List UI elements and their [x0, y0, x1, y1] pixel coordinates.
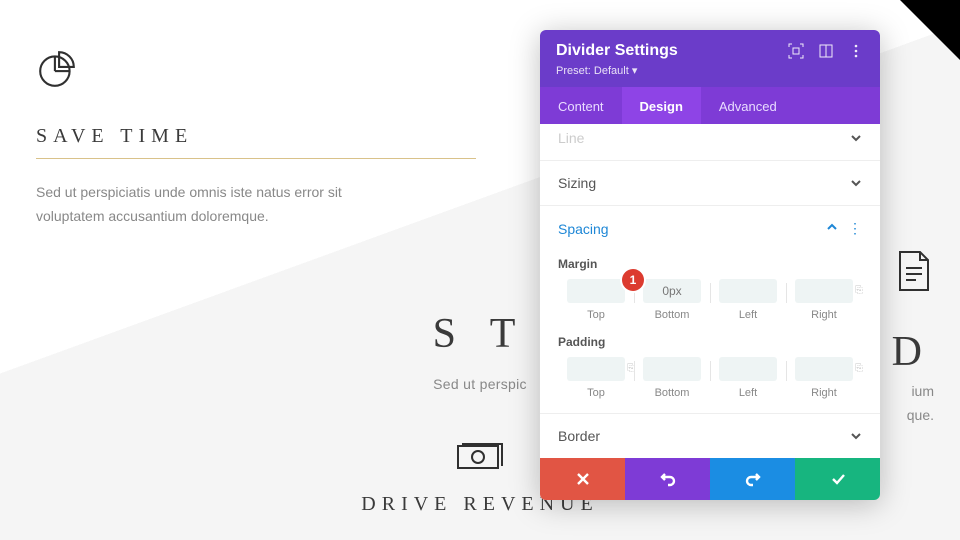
center-sub-right1: ium: [907, 380, 934, 404]
redo-button[interactable]: [710, 458, 795, 500]
page-corner-fold: [900, 0, 960, 60]
annotation-marker-1: 1: [622, 269, 644, 291]
margin-controls: Top 1 Bottom Left ⎘ Right: [558, 279, 862, 321]
panel-title: Divider Settings: [556, 42, 678, 60]
padding-bottom-label: Bottom: [634, 387, 710, 399]
padding-top-label: Top: [558, 387, 634, 399]
margin-left-label: Left: [710, 309, 786, 321]
section-spacing[interactable]: Spacing ⋮: [540, 205, 880, 251]
section-line[interactable]: Line: [540, 124, 880, 160]
feature-heading: SAVE TIME: [36, 125, 476, 148]
panel-tabs: Content Design Advanced: [540, 87, 880, 124]
focus-icon[interactable]: [788, 43, 804, 59]
padding-left-input[interactable]: [719, 357, 777, 381]
padding-right-input[interactable]: [795, 357, 853, 381]
link-values-icon[interactable]: ⎘: [855, 363, 860, 374]
center-heading-left: S T: [433, 311, 528, 357]
pie-chart-icon: [36, 48, 78, 90]
section-options-icon[interactable]: ⋮: [848, 220, 862, 236]
padding-controls: ⎘ Top Bottom Left ⎘ Right: [558, 357, 862, 399]
margin-bottom-input[interactable]: [643, 279, 701, 303]
padding-label: Padding: [558, 335, 862, 349]
margin-right-label: Right: [786, 309, 862, 321]
padding-left-label: Left: [710, 387, 786, 399]
panel-actions: [540, 458, 880, 500]
money-icon: [456, 442, 504, 472]
chevron-down-icon: [850, 177, 862, 189]
margin-left-input[interactable]: [719, 279, 777, 303]
columns-icon[interactable]: [818, 43, 834, 59]
margin-label: Margin: [558, 257, 862, 271]
margin-right-input[interactable]: [795, 279, 853, 303]
panel-header[interactable]: Divider Settings Preset: Default ▾: [540, 30, 880, 87]
chevron-down-icon: [850, 430, 862, 442]
spacing-body: Margin Top 1 Bottom Left ⎘: [540, 257, 880, 413]
document-icon: [894, 250, 934, 292]
more-icon[interactable]: [848, 43, 864, 59]
divider-settings-panel: Divider Settings Preset: Default ▾ Conte…: [540, 30, 880, 500]
tab-content[interactable]: Content: [540, 87, 622, 124]
undo-button[interactable]: [625, 458, 710, 500]
section-border-label: Border: [558, 428, 600, 444]
section-sizing[interactable]: Sizing: [540, 160, 880, 205]
chevron-up-icon: [826, 221, 838, 233]
padding-bottom-input[interactable]: [643, 357, 701, 381]
padding-right-label: Right: [786, 387, 862, 399]
preset-label[interactable]: Preset: Default ▾: [556, 64, 864, 77]
padding-top-input[interactable]: [567, 357, 625, 381]
margin-top-label: Top: [558, 309, 634, 321]
margin-top-input[interactable]: [567, 279, 625, 303]
link-values-icon[interactable]: ⎘: [855, 285, 860, 296]
link-values-icon[interactable]: ⎘: [627, 363, 632, 374]
tab-design[interactable]: Design: [622, 87, 701, 124]
heading-rule: [36, 158, 476, 159]
section-border[interactable]: Border: [540, 413, 880, 458]
feature-body: Sed ut perspiciatis unde omnis iste natu…: [36, 181, 396, 229]
margin-bottom-label: Bottom: [634, 309, 710, 321]
cancel-button[interactable]: [540, 458, 625, 500]
confirm-button[interactable]: [795, 458, 880, 500]
center-sub-right2: que.: [907, 404, 934, 428]
section-spacing-label: Spacing: [558, 221, 609, 237]
chevron-down-icon: [850, 132, 862, 144]
section-sizing-label: Sizing: [558, 175, 596, 191]
center-heading-right: D: [892, 328, 934, 376]
section-line-label: Line: [558, 130, 584, 146]
tab-advanced[interactable]: Advanced: [701, 87, 795, 124]
